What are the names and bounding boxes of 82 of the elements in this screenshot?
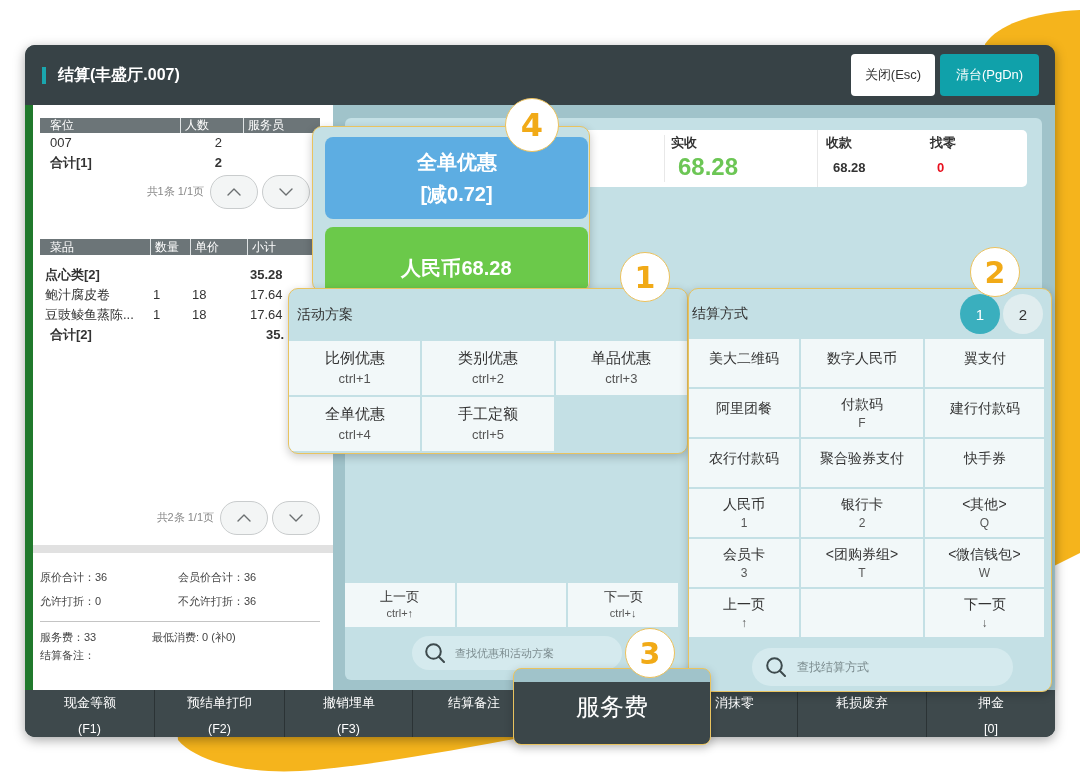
table-cell-text: 1 (153, 306, 161, 324)
field-label: 收款 (826, 134, 852, 152)
table-cell-text: 17.64 (250, 306, 283, 324)
column-header: 数量 (150, 239, 179, 255)
discount-option-button[interactable]: 类别优惠 ctrl+2 (422, 341, 554, 395)
table-cell-text: 豆豉鲮鱼蒸陈... (45, 306, 134, 324)
panel-title: 活动方案 (297, 306, 353, 324)
discount-option-button[interactable]: 比例优惠 ctrl+1 (289, 341, 421, 395)
search-icon (425, 643, 445, 663)
payment-method-button[interactable]: 阿里团餐 (689, 389, 799, 437)
function-key-button[interactable]: 现金等额 (F1) (25, 690, 155, 737)
close-button[interactable]: 关闭(Esc) (851, 54, 935, 96)
payment-method-button[interactable]: 人民币 1 (689, 489, 799, 537)
search-field[interactable]: 查找结算方式 (752, 648, 1013, 686)
table-cell-text: 18 (192, 286, 207, 304)
column-header: 人数 (180, 118, 209, 133)
page-up-button[interactable] (210, 174, 258, 209)
page-count-text: 共2条 1/1页 (156, 510, 214, 525)
amount-value: 68.28 (833, 159, 866, 177)
discount-option-button[interactable]: 全单优惠 ctrl+4 (289, 397, 421, 451)
column-header: 单价 (190, 239, 219, 255)
table-cell-text: 1 (153, 286, 161, 304)
table-cell-text: 35.28 (250, 266, 283, 284)
chevron-up-icon (227, 187, 241, 196)
page-down-button[interactable] (262, 174, 310, 209)
chevron-down-icon (279, 187, 293, 196)
discount-option-button[interactable]: 手工定额 ctrl+5 (422, 397, 554, 451)
amount-value: 0 (937, 159, 945, 177)
payment-method-button[interactable]: 快手券 (925, 439, 1044, 487)
payment-method-button[interactable]: <其他> Q (925, 489, 1044, 537)
chevron-up-icon (237, 513, 251, 522)
table-cell-text: 2 (214, 134, 222, 152)
window-title: 结算(丰盛厅.007) (58, 64, 180, 85)
service-fee-button[interactable]: 服务费 (513, 668, 711, 745)
payment-method-button[interactable]: 下一页 ↓ (925, 589, 1044, 637)
page-down-button[interactable] (272, 500, 320, 535)
table-cell-text: 18 (192, 306, 207, 324)
page-nav-button[interactable]: 上一页 ctrl+↑ (345, 583, 455, 627)
summary-text: 服务费：33 (40, 630, 97, 645)
payment-method-button[interactable]: 付款码 F (801, 389, 923, 437)
summary-text: 允许打折：0 (40, 594, 102, 609)
summary-text: 结算备注： (40, 648, 95, 663)
field-label: 实收 (671, 134, 697, 152)
table-cell-text: 点心类[2] (45, 266, 100, 284)
column-header: 服务员 (243, 118, 284, 133)
summary-text: 最低消费: 0 (补0) (152, 630, 236, 645)
accent-bar-icon (42, 66, 46, 84)
payment-method-button[interactable]: 美大二维码 (689, 339, 799, 387)
table-cell-text: 35. (266, 326, 285, 344)
amount-value: 68.28 (678, 152, 739, 182)
table-cell-text: 合计[1] (50, 154, 92, 172)
payment-method-button[interactable]: 上一页 ↑ (689, 589, 799, 637)
page-count-text: 共1条 1/1页 (146, 184, 204, 199)
payment-method-button[interactable]: <微信钱包> W (925, 539, 1044, 587)
page-tab[interactable]: 2 (1003, 294, 1043, 334)
table-cell-text: 合计[2] (50, 326, 92, 344)
payment-method-button[interactable]: 建行付款码 (925, 389, 1044, 437)
column-header: 菜品 (50, 240, 74, 255)
page-nav-button[interactable]: 下一页 ctrl+↓ (568, 583, 678, 627)
column-header: 小计 (247, 239, 276, 255)
table-cell-text: 007 (50, 134, 72, 152)
field-label: 找零 (930, 134, 956, 152)
payment-method-button[interactable]: <团购券组> T (801, 539, 923, 587)
payment-method-button[interactable]: 银行卡 2 (801, 489, 923, 537)
page-up-button[interactable] (220, 500, 268, 535)
summary-text: 不允许打折：36 (178, 594, 257, 609)
table-cell-text: 17.64 (250, 286, 283, 304)
payment-method-button[interactable]: 数字人民币 (801, 339, 923, 387)
table-cell-text: 鲍汁腐皮卷 (45, 286, 110, 304)
search-field[interactable]: 查找优惠和活动方案 (412, 636, 622, 670)
discount-option-button[interactable]: 单品优惠 ctrl+3 (555, 341, 687, 395)
panel-title: 结算方式 (692, 305, 748, 323)
table-cell-text: 2 (214, 154, 222, 172)
summary-text: 原价合计：36 (40, 570, 108, 585)
summary-text: 会员价合计：36 (178, 570, 257, 585)
chevron-down-icon (289, 513, 303, 522)
payment-method-button[interactable]: 聚合验券支付 (801, 439, 923, 487)
search-icon (766, 657, 786, 677)
payment-method-button[interactable]: 会员卡 3 (689, 539, 799, 587)
payment-method-button[interactable]: 农行付款码 (689, 439, 799, 487)
column-header: 客位 (50, 118, 74, 133)
payment-method-button[interactable]: 翼支付 (925, 339, 1044, 387)
